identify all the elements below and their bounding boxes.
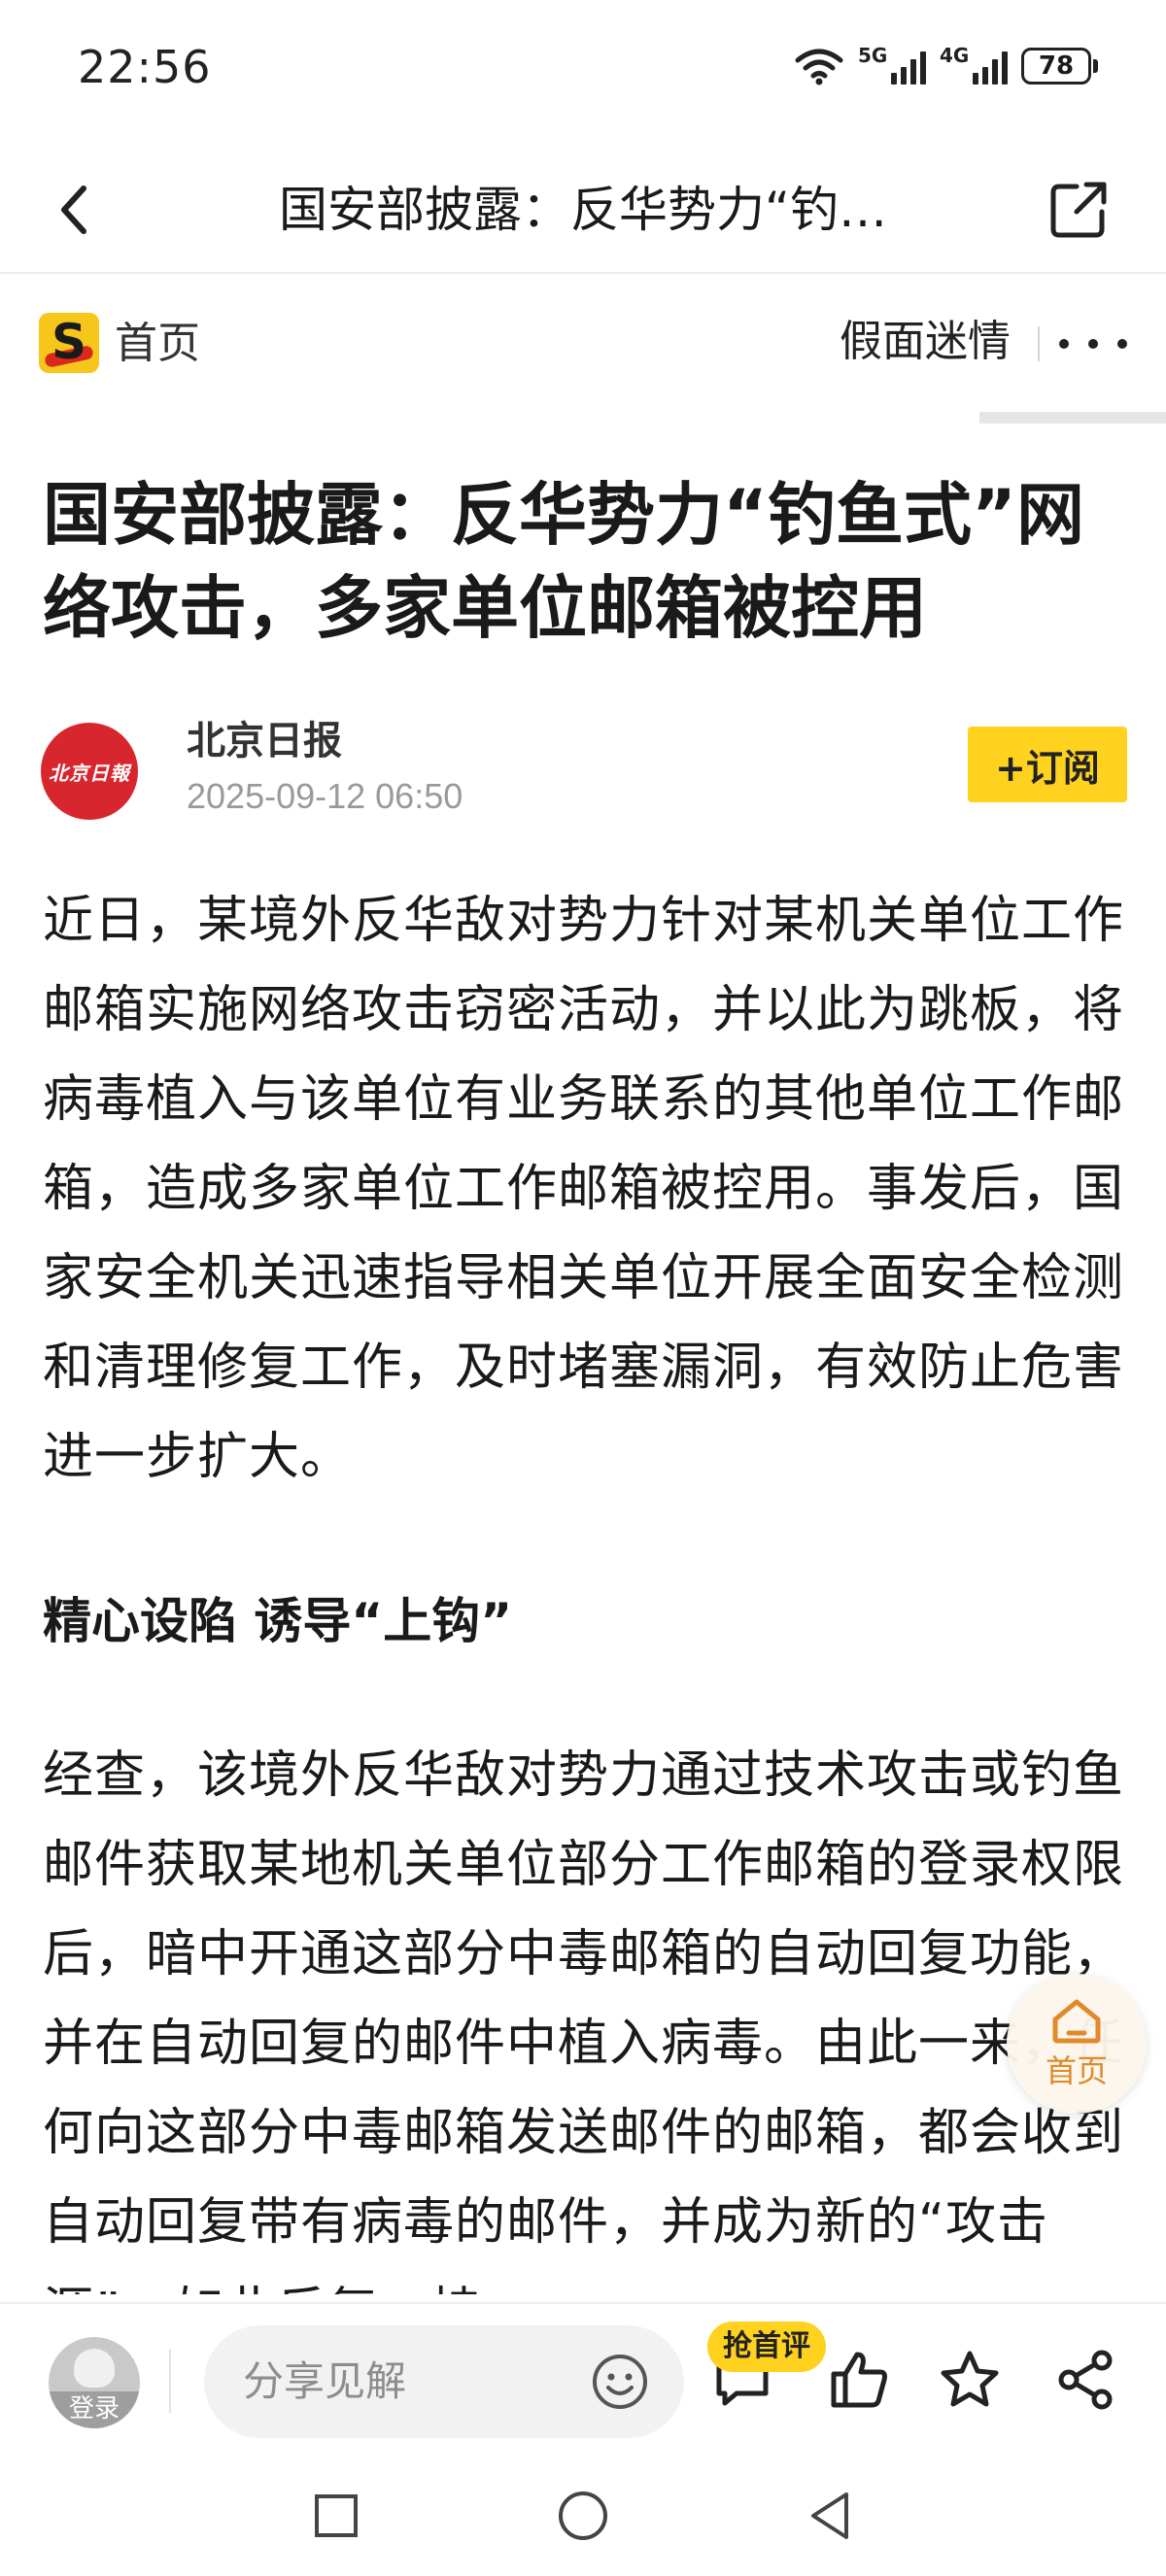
- triangle-back-icon: [811, 2492, 848, 2539]
- share-bottom-button[interactable]: [1047, 2341, 1125, 2419]
- circle-icon: [559, 2491, 607, 2540]
- login-label: 登录: [49, 2391, 140, 2428]
- thumbs-up-icon: [831, 2352, 887, 2408]
- author-info: 北京日報 北京日报 2025-09-12 06:50 +订阅: [0, 713, 1166, 830]
- article-title: 国安部披露：反华势力“钓鱼式”网络攻击，多家单位邮箱被控用: [43, 475, 1085, 648]
- article-paragraph: 近日，某境外反华敌对势力针对某机关单位工作邮箱实施网络攻击窃密活动，并以此为跳板…: [43, 892, 1125, 1486]
- wifi-icon: [795, 49, 843, 85]
- floating-home-label: 首页: [1045, 2052, 1108, 2089]
- battery-icon: 78: [1021, 48, 1098, 85]
- status-bar: 22:56 5G 4G 78: [0, 0, 1166, 146]
- bottom-action-bar: 登录 分享见解 抢首评: [0, 2302, 1166, 2457]
- signal-4g-icon: 4G: [940, 44, 1008, 85]
- login-avatar[interactable]: 登录: [49, 2337, 140, 2428]
- comment-input[interactable]: 分享见解: [204, 2325, 684, 2438]
- share-button[interactable]: [1040, 171, 1117, 249]
- home-icon: [1052, 1999, 1101, 2044]
- more-button[interactable]: [1059, 324, 1127, 363]
- top-navbar: 国安部披露：反华势力“钓…: [0, 146, 1166, 274]
- channel-name[interactable]: 假面迷情: [840, 311, 1011, 373]
- first-comment-badge[interactable]: 抢首评: [707, 2322, 826, 2372]
- home-link[interactable]: 首页: [115, 315, 200, 373]
- article-subheading: 精心设陷 诱导“上钩”: [43, 1593, 513, 1649]
- emoji-icon[interactable]: [591, 2353, 649, 2411]
- square-icon: [315, 2494, 358, 2537]
- article-paragraph: 经查，该境外反华敌对势力通过技术攻击或钓鱼邮件获取某地机关单位部分工作邮箱的登录…: [43, 1746, 1125, 2294]
- share-out-icon: [1050, 182, 1107, 238]
- channel-row: S 首页 假面迷情: [0, 276, 1166, 412]
- status-time: 22:56: [78, 41, 212, 93]
- more-dots-icon: [1059, 339, 1069, 349]
- battery-level: 78: [1021, 48, 1091, 85]
- scroll-indicator: [979, 412, 1166, 424]
- status-icons: 5G 4G 78: [794, 44, 1098, 85]
- publish-date: 2025-09-12 06:50: [187, 776, 463, 816]
- page-title: 国安部披露：反华势力“钓…: [279, 182, 887, 238]
- recent-apps-button[interactable]: [305, 2485, 367, 2547]
- favorite-button[interactable]: [931, 2341, 1009, 2419]
- comment-placeholder: 分享见解: [243, 2357, 407, 2405]
- share-nodes-icon: [1058, 2350, 1113, 2410]
- star-icon: [941, 2351, 999, 2407]
- like-button[interactable]: [820, 2341, 898, 2419]
- chevron-left-icon: [61, 186, 86, 234]
- subscribe-button[interactable]: +订阅: [968, 727, 1127, 802]
- author-name[interactable]: 北京日报: [187, 715, 342, 767]
- app-logo[interactable]: S: [39, 313, 99, 373]
- divider: [169, 2349, 171, 2413]
- system-nav-bar: [0, 2457, 1166, 2576]
- signal-5g-icon: 5G: [858, 44, 926, 85]
- divider: [1038, 326, 1040, 361]
- floating-home-button[interactable]: 首页: [1007, 1974, 1147, 2114]
- back-button[interactable]: [39, 175, 109, 245]
- author-avatar[interactable]: 北京日報: [41, 723, 138, 820]
- system-home-button[interactable]: [552, 2485, 614, 2547]
- system-back-button[interactable]: [799, 2485, 861, 2547]
